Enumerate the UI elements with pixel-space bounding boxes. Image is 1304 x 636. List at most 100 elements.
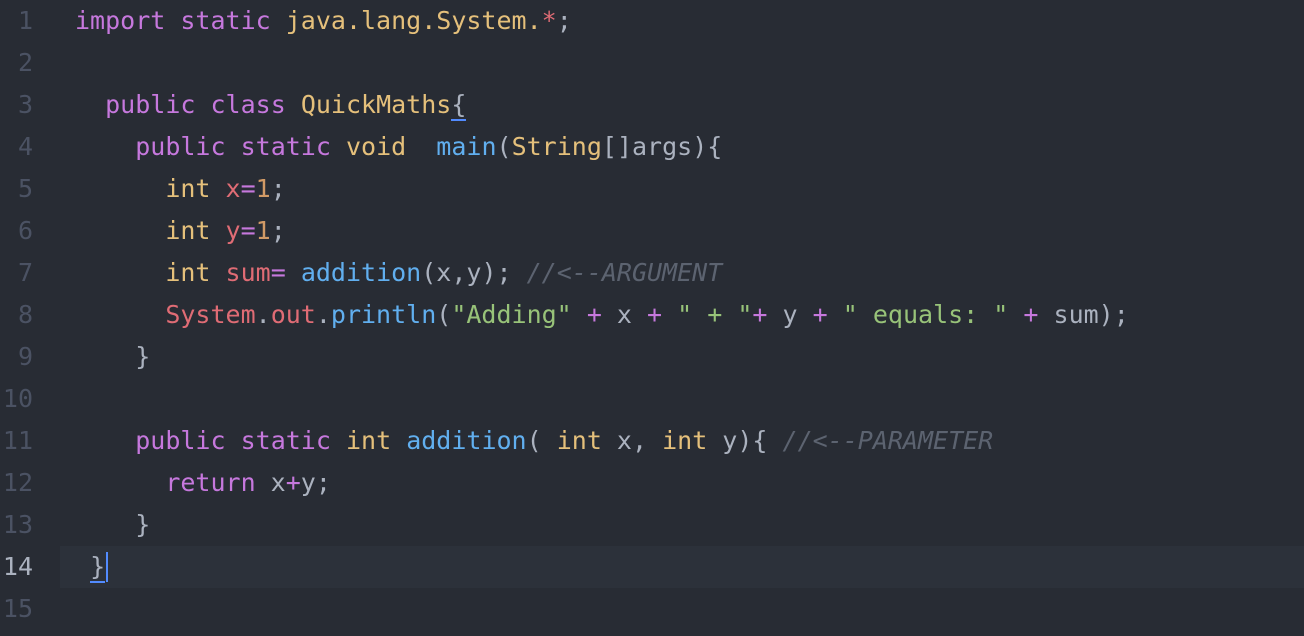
code-editor[interactable]: 1 2 3 4 5 6 7 8 9 10 11 12 13 14 15 import static java…	[0, 0, 1304, 636]
code-token: ;	[556, 6, 572, 35]
code-token: y	[225, 216, 241, 245]
text-cursor	[106, 552, 108, 582]
code-token: }	[135, 510, 151, 539]
code-token: =	[240, 216, 256, 245]
code-token: +	[647, 300, 663, 329]
code-line[interactable]: int sum= addition(x,y); //<--ARGUMENT	[60, 252, 1304, 294]
code-token: }	[135, 342, 151, 371]
code-token: y;	[300, 468, 331, 497]
code-token: System	[165, 300, 256, 329]
line-number: 13	[2, 510, 33, 539]
line-number: 2	[17, 48, 33, 77]
code-token: (	[436, 300, 452, 329]
code-token: +	[752, 300, 768, 329]
code-token: int	[345, 426, 392, 455]
code-token: addition	[406, 426, 527, 455]
code-line[interactable]: int x=1;	[60, 168, 1304, 210]
code-line[interactable]: public class QuickMaths{	[60, 84, 1304, 126]
code-token: *	[541, 6, 557, 35]
code-token: ;	[270, 174, 286, 203]
code-line[interactable]: return x+y;	[60, 462, 1304, 504]
code-token: static	[240, 132, 331, 161]
code-line[interactable]	[60, 588, 1304, 630]
code-token: (	[496, 132, 512, 161]
code-token: "Adding"	[451, 300, 572, 329]
code-token: x,	[601, 426, 663, 455]
code-token: }	[90, 552, 106, 583]
line-number: 4	[17, 132, 33, 161]
code-token: int	[662, 426, 708, 455]
code-token: sum);	[1038, 300, 1129, 329]
code-line[interactable]: int y=1;	[60, 210, 1304, 252]
code-token: public	[135, 132, 226, 161]
code-token: " + "	[677, 300, 753, 329]
code-token: ;	[270, 216, 286, 245]
code-line[interactable]: System.out.println("Adding" + x + " + "+…	[60, 294, 1304, 336]
code-token: QuickMaths	[300, 90, 452, 119]
code-token: import	[75, 6, 166, 35]
code-line[interactable]: public static void main(String[]args){	[60, 126, 1304, 168]
line-number: 8	[17, 300, 33, 329]
code-area[interactable]: import static java.lang.System.*; public…	[60, 0, 1304, 636]
code-line[interactable]	[60, 378, 1304, 420]
code-token: String	[511, 132, 602, 161]
code-token: .	[315, 300, 331, 329]
code-token: (x,y);	[421, 258, 527, 287]
code-token: main	[436, 132, 497, 161]
code-line[interactable]: }	[60, 336, 1304, 378]
code-line[interactable]: }	[60, 504, 1304, 546]
code-token: x	[225, 174, 241, 203]
code-token: int	[165, 258, 211, 287]
code-token: 1	[255, 174, 271, 203]
line-number: 3	[17, 90, 33, 119]
code-line[interactable]	[60, 42, 1304, 84]
code-line[interactable]: import static java.lang.System.*;	[60, 0, 1304, 42]
code-token: int	[165, 216, 211, 245]
code-token: public	[135, 426, 226, 455]
code-token: 1	[255, 216, 271, 245]
code-line[interactable]: public static int addition( int x, int y…	[60, 420, 1304, 462]
code-token: return	[165, 468, 256, 497]
code-token: " equals: "	[842, 300, 1009, 329]
line-number: 9	[17, 342, 33, 371]
code-token: addition	[300, 258, 422, 287]
line-number: 14	[2, 552, 33, 581]
line-number: 7	[17, 258, 33, 287]
code-token: +	[586, 300, 602, 329]
code-token: void	[345, 132, 407, 161]
code-token: java.lang.System.	[285, 6, 542, 35]
code-token: println	[330, 300, 437, 329]
line-number-gutter: 1 2 3 4 5 6 7 8 9 10 11 12 13 14 15	[0, 0, 60, 636]
code-line[interactable]: }	[60, 546, 1304, 588]
line-number: 6	[17, 216, 33, 245]
code-token: static	[180, 6, 271, 35]
code-token: x	[601, 300, 648, 329]
code-token: y	[767, 300, 813, 329]
code-token: sum	[225, 258, 271, 287]
code-comment: //<--PARAMETER	[782, 426, 994, 455]
code-token: =	[270, 258, 286, 287]
